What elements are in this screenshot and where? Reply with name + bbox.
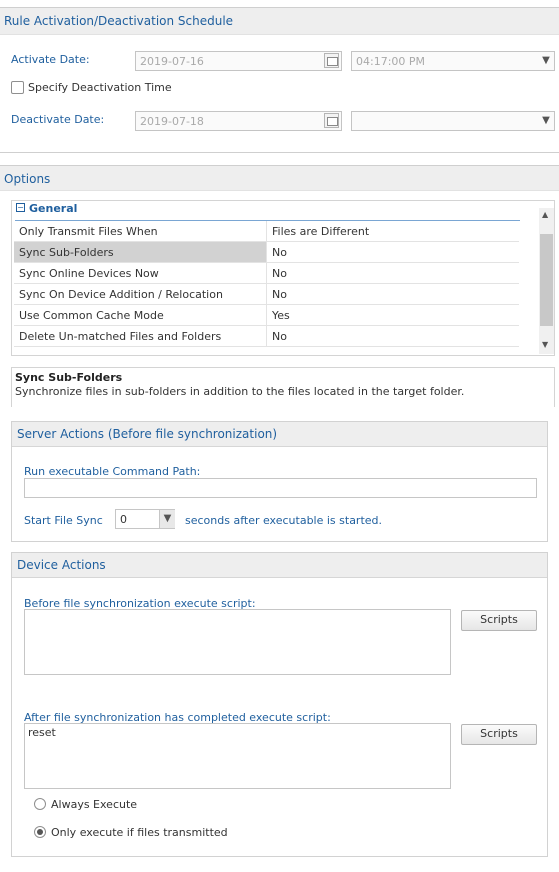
activate-time-value: 04:17:00 PM <box>356 55 426 68</box>
activate-time-select[interactable]: 04:17:00 PM <box>351 51 555 71</box>
command-path-input[interactable] <box>24 478 537 498</box>
before-script-textarea[interactable] <box>24 609 451 675</box>
device-actions-header: Device Actions <box>12 553 547 578</box>
group-label: General <box>29 202 78 215</box>
chevron-down-icon[interactable]: ▼ <box>539 111 553 130</box>
command-path-label: Run executable Command Path: <box>24 465 201 478</box>
options-title: Options <box>4 172 51 186</box>
row-value: No <box>272 330 287 343</box>
deactivation-checkbox[interactable] <box>11 81 24 94</box>
collapse-icon[interactable]: − <box>16 203 25 212</box>
deactivation-checkbox-label[interactable]: Specify Deactivation Time <box>28 81 172 94</box>
scroll-up-icon[interactable]: ▲ <box>542 210 548 219</box>
row-key: Use Common Cache Mode <box>19 309 164 322</box>
after-scripts-button[interactable]: Scripts <box>461 724 537 745</box>
column-divider <box>266 221 267 347</box>
calendar-icon[interactable] <box>324 113 339 128</box>
row-key: Sync On Device Addition / Relocation <box>19 288 223 301</box>
start-file-sync-label: Start File Sync <box>24 514 103 527</box>
row-key: Sync Online Devices Now <box>19 267 159 280</box>
scroll-down-icon[interactable]: ▼ <box>542 340 548 349</box>
description-box: Sync Sub-Folders Synchronize files in su… <box>11 367 555 407</box>
after-script-value: reset <box>28 726 56 739</box>
row-value: Files are Different <box>272 225 370 238</box>
options-header <box>0 165 559 191</box>
deactivate-date-value: 2019-07-18 <box>140 115 204 128</box>
before-scripts-button[interactable]: Scripts <box>461 610 537 631</box>
radio-always-label[interactable]: Always Execute <box>51 798 137 811</box>
radio-always-execute[interactable] <box>34 798 46 810</box>
chevron-down-icon[interactable]: ▼ <box>159 510 175 528</box>
server-actions-panel: Server Actions (Before file synchronizat… <box>11 421 548 542</box>
device-actions-panel: Device Actions Before file synchronizati… <box>11 552 548 857</box>
row-value: Yes <box>272 309 290 322</box>
deactivate-time-select[interactable] <box>351 111 555 131</box>
chevron-down-icon[interactable]: ▼ <box>539 51 553 70</box>
deactivate-date-label: Deactivate Date: <box>11 113 105 126</box>
description-title: Sync Sub-Folders <box>15 371 123 384</box>
row-value: No <box>272 246 287 259</box>
activate-date-value: 2019-07-16 <box>140 55 204 68</box>
radio-only-label[interactable]: Only execute if files transmitted <box>51 826 228 839</box>
server-actions-header: Server Actions (Before file synchronizat… <box>12 422 547 447</box>
device-actions-title: Device Actions <box>17 558 106 572</box>
scrollbar-thumb[interactable] <box>540 234 553 326</box>
activate-date-label: Activate Date: <box>11 53 90 66</box>
radio-only-if-transmitted[interactable] <box>34 826 46 838</box>
row-value: No <box>272 267 287 280</box>
row-key: Delete Un-matched Files and Folders <box>19 330 222 343</box>
schedule-title: Rule Activation/Deactivation Schedule <box>4 14 234 28</box>
start-file-sync-value: 0 <box>120 513 127 526</box>
server-actions-title: Server Actions (Before file synchronizat… <box>17 427 278 441</box>
scrollbar[interactable]: ▲ ▼ <box>539 208 554 354</box>
after-script-textarea[interactable]: reset <box>24 723 451 789</box>
description-text: Synchronize files in sub-folders in addi… <box>15 385 465 398</box>
row-key: Only Transmit Files When <box>19 225 158 238</box>
calendar-icon[interactable] <box>324 53 339 68</box>
deactivate-date-field[interactable]: 2019-07-18 <box>135 111 342 131</box>
divider <box>0 152 559 153</box>
row-value: No <box>272 288 287 301</box>
start-file-sync-suffix: seconds after executable is started. <box>185 514 383 527</box>
row-key: Sync Sub-Folders <box>19 246 114 259</box>
start-file-sync-select[interactable]: 0 ▼ <box>115 509 175 529</box>
activate-date-field[interactable]: 2019-07-16 <box>135 51 342 71</box>
